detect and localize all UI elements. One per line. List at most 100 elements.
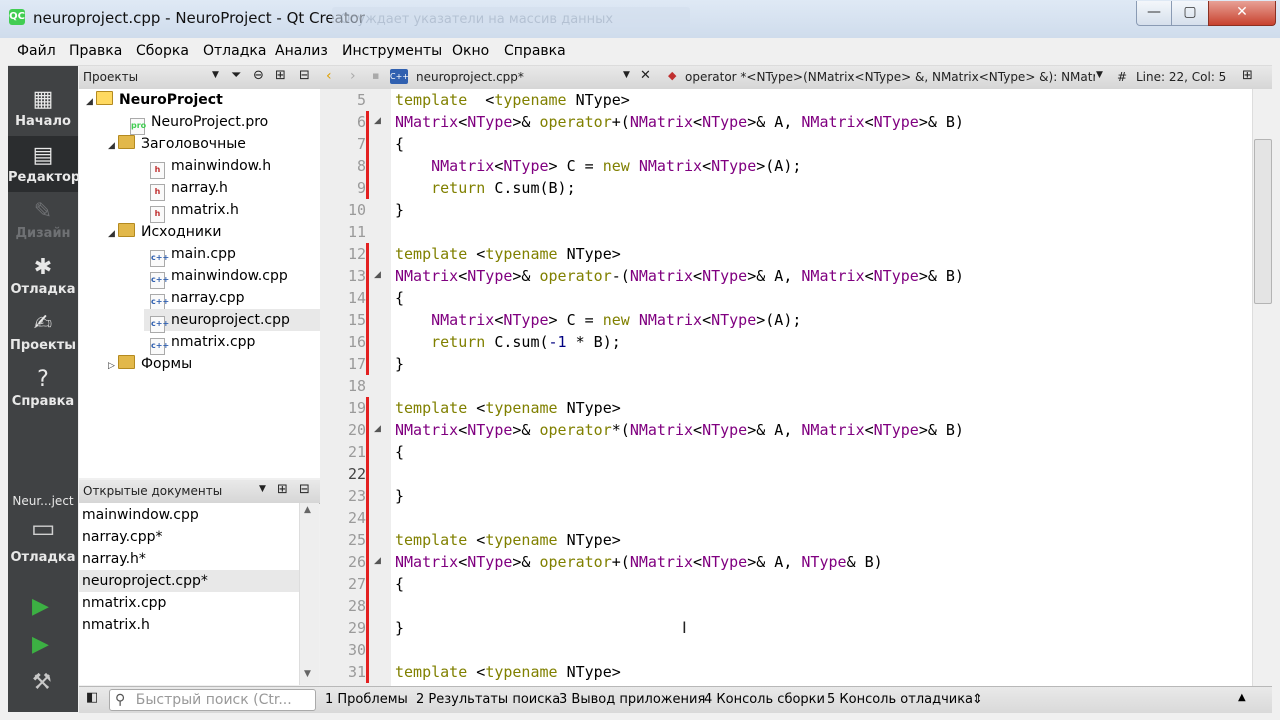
mode-welcome[interactable]: ▦ Начало — [8, 80, 78, 136]
open-doc-item-selected[interactable]: neuroproject.cpp* — [79, 570, 302, 592]
scrollbar-thumb[interactable] — [1254, 139, 1272, 304]
tree-item-folder[interactable]: ◢ Исходники — [108, 221, 222, 243]
more-panes-icon[interactable]: ⇕ — [972, 692, 983, 707]
menu-analyze[interactable]: Анализ — [275, 43, 328, 59]
open-docs-title[interactable]: Открытые документы — [83, 484, 222, 498]
code-line[interactable]: NMatrix<NType> C = new NMatrix<NType>(A)… — [395, 309, 801, 331]
pane-app-output[interactable]: 3 Вывод приложения — [559, 692, 705, 707]
chevron-down-icon[interactable]: ▼ — [623, 70, 630, 80]
forward-arrow-icon[interactable]: › — [350, 68, 356, 84]
fold-marker-icon[interactable]: ◢ — [374, 424, 381, 434]
code-line[interactable]: { — [395, 133, 404, 155]
menu-help[interactable]: Справка — [504, 43, 566, 59]
menu-file[interactable]: Файл — [17, 43, 56, 59]
tree-item-file-selected[interactable]: c++ neuroproject.cpp — [144, 309, 324, 333]
open-docs-scrollbar[interactable]: ▲ ▼ — [299, 503, 319, 685]
tree-item-file[interactable]: h nmatrix.h — [150, 199, 239, 223]
tree-item-file[interactable]: c++ main.cpp — [150, 243, 236, 267]
code-line[interactable]: template <typename NType> — [395, 243, 621, 265]
run-icon[interactable]: ▶ — [32, 594, 49, 619]
code-line[interactable]: { — [395, 573, 404, 595]
code-line[interactable]: return C.sum(-1 * B); — [395, 331, 621, 353]
code-line[interactable]: NMatrix<NType>& operator-(NMatrix<NType>… — [395, 265, 964, 287]
code-line[interactable]: NMatrix<NType>& operator+(NMatrix<NType>… — [395, 551, 883, 573]
chevron-down-icon[interactable]: ▼ — [259, 484, 266, 494]
mode-help[interactable]: ? Справка — [8, 360, 78, 416]
quick-search-input[interactable]: ⚲ Быстрый поиск (Ctr... — [109, 689, 316, 711]
open-doc-item[interactable]: nmatrix.cpp — [79, 592, 302, 614]
mode-editor[interactable]: ▤ Редактор — [8, 136, 80, 192]
tree-item-file[interactable]: c++ nmatrix.cpp — [150, 331, 255, 355]
split-icon[interactable]: ⊞ — [1242, 68, 1253, 83]
debug-run-icon[interactable]: ▶ — [32, 632, 49, 657]
expand-arrow-icon[interactable]: ◢ — [86, 91, 96, 113]
tree-item-project[interactable]: ◢ NeuroProject — [86, 89, 223, 111]
split-icon[interactable]: ⊞ — [277, 482, 288, 497]
code-line[interactable]: } — [395, 199, 404, 221]
tree-item-folder[interactable]: ◢ Заголовочные — [108, 133, 246, 155]
build-hammer-icon[interactable]: ⚒ — [32, 670, 52, 695]
code-line[interactable]: { — [395, 441, 404, 463]
scroll-down-icon[interactable]: ▼ — [304, 669, 311, 679]
expand-arrow-icon[interactable]: ◢ — [108, 223, 118, 245]
projects-pane-title[interactable]: Проекты — [83, 70, 138, 84]
code-line[interactable]: NMatrix<NType> C = new NMatrix<NType>(A)… — [395, 155, 801, 177]
code-line[interactable]: template <typename NType> — [395, 397, 621, 419]
open-doc-item[interactable]: nmatrix.h — [79, 614, 302, 636]
current-file-name[interactable]: neuroproject.cpp* — [416, 70, 524, 84]
close-button[interactable]: ✕ — [1208, 1, 1276, 26]
menu-tools[interactable]: Инструменты — [342, 43, 442, 59]
code-line[interactable]: return C.sum(B); — [395, 177, 576, 199]
fold-marker-icon[interactable]: ◢ — [374, 116, 381, 126]
collapsed-arrow-icon[interactable]: ▷ — [108, 355, 118, 377]
close-file-icon[interactable]: ✕ — [640, 68, 651, 83]
chevron-down-icon[interactable]: ▼ — [1096, 70, 1103, 80]
split-icon[interactable]: ⊞ — [275, 68, 286, 83]
minimize-button[interactable]: — — [1136, 1, 1172, 26]
link-icon[interactable]: ⊖ — [253, 68, 264, 83]
menu-build[interactable]: Сборка — [136, 43, 189, 59]
close-pane-icon[interactable]: ⊟ — [299, 482, 310, 497]
output-toggle-icon[interactable]: ▲ — [1238, 692, 1246, 703]
sidebar-toggle-icon[interactable]: ◧ — [86, 690, 98, 705]
menu-window[interactable]: Окно — [452, 43, 489, 59]
code-line[interactable]: template <typename NType> — [395, 661, 621, 683]
close-pane-icon[interactable]: ⊟ — [299, 68, 310, 83]
menu-debug[interactable]: Отладка — [203, 43, 266, 59]
symbol-selector[interactable]: operator *<NType>(NMatrix<NType> &, NMat… — [685, 70, 1095, 84]
mode-design[interactable]: ✎ Дизайн — [8, 192, 78, 248]
code-line[interactable]: } — [395, 485, 404, 507]
code-line[interactable]: NMatrix<NType>& operator*(NMatrix<NType>… — [395, 419, 964, 441]
mode-debug[interactable]: ✱ Отладка — [8, 248, 78, 304]
kit-selector[interactable]: Neur...ject ▭ Отладка — [8, 492, 78, 572]
scroll-up-icon[interactable]: ▲ — [304, 505, 311, 515]
open-doc-item[interactable]: narray.cpp* — [79, 526, 302, 548]
code-line[interactable]: } — [395, 353, 404, 375]
tree-item-file[interactable]: c++ mainwindow.cpp — [150, 265, 288, 289]
expand-arrow-icon[interactable]: ◢ — [108, 135, 118, 157]
code-line[interactable]: template <typename NType> — [395, 89, 630, 111]
fold-marker-icon[interactable]: ◢ — [374, 556, 381, 566]
open-doc-item[interactable]: mainwindow.cpp — [79, 504, 302, 526]
code-line[interactable]: { — [395, 287, 404, 309]
pane-search-results[interactable]: 2 Результаты поиска — [416, 692, 560, 707]
mode-projects[interactable]: ✍ Проекты — [8, 304, 78, 360]
chevron-down-icon[interactable]: ▼ — [212, 70, 219, 80]
pane-problems[interactable]: 1 Проблемы — [325, 692, 408, 707]
pane-debugger-console[interactable]: 5 Консоль отладчика — [827, 692, 973, 707]
filter-icon[interactable]: ⏷ — [231, 68, 241, 83]
code-line[interactable]: NMatrix<NType>& operator+(NMatrix<NType>… — [395, 111, 964, 133]
maximize-button[interactable]: ▢ — [1171, 1, 1209, 26]
back-arrow-icon[interactable]: ‹ — [326, 68, 332, 84]
tree-item-file[interactable]: h mainwindow.h — [150, 155, 271, 179]
menu-edit[interactable]: Правка — [69, 43, 122, 59]
tree-item-file[interactable]: c++ narray.cpp — [150, 287, 245, 311]
code-line[interactable]: template <typename NType> — [395, 529, 621, 551]
tree-item-file[interactable]: h narray.h — [150, 177, 228, 201]
code-line[interactable]: } — [395, 617, 404, 639]
tree-item-file[interactable]: pro NeuroProject.pro — [130, 111, 268, 135]
pane-compile-output[interactable]: 4 Консоль сборки — [704, 692, 825, 707]
fold-marker-icon[interactable]: ◢ — [374, 270, 381, 280]
tree-item-folder[interactable]: ▷ Формы — [108, 353, 192, 375]
open-doc-item[interactable]: narray.h* — [79, 548, 302, 570]
